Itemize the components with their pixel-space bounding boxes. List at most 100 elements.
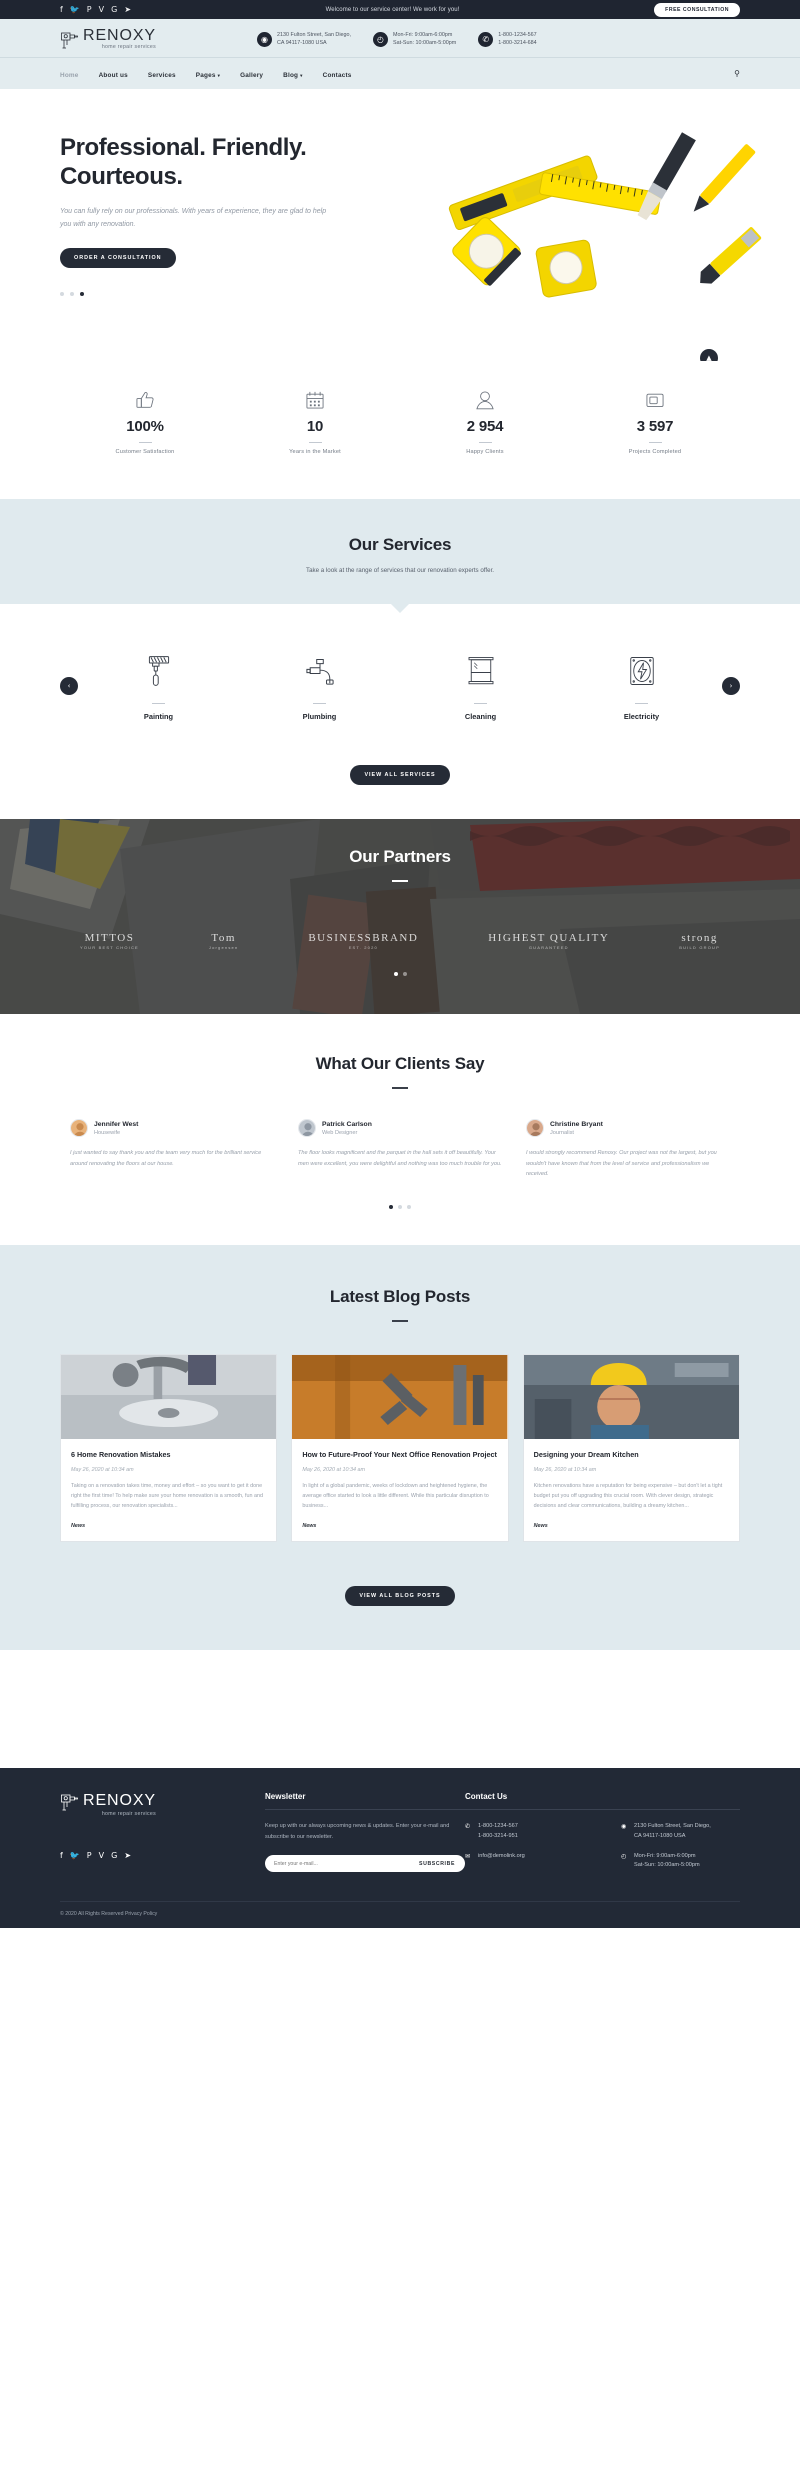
services-prev-button[interactable]: ‹ xyxy=(60,676,78,695)
footer-logo[interactable]: RENOXY home repair services xyxy=(60,1792,265,1817)
nav-link-services[interactable]: Services xyxy=(148,72,176,79)
contact-row: ✉ info@demolink.org xyxy=(465,1852,595,1861)
testimonials-slider-dots xyxy=(60,1205,740,1210)
nav-link-pages[interactable]: Pages ▾ xyxy=(196,72,220,79)
testimonial-slide-dot[interactable] xyxy=(389,1205,393,1210)
free-consultation-button[interactable]: FREE CONSULTATION xyxy=(654,2,740,17)
blog-post-title[interactable]: 6 Home Renovation Mistakes xyxy=(71,1450,266,1460)
contact-row: ◉ 2130 Fulton Street, San Diego, CA 94117-… xyxy=(621,1822,740,1840)
nav-link-contacts[interactable]: Contacts xyxy=(323,72,352,79)
service-item[interactable]: Cleaning xyxy=(426,650,536,721)
pinterest-icon[interactable]: P xyxy=(87,1851,92,1860)
header-info-text: 2130 Fulton Street, San Diego, CA 94117-1… xyxy=(277,31,352,47)
nav-link-blog[interactable]: Blog ▾ xyxy=(283,72,302,79)
service-divider xyxy=(313,703,326,705)
google-plus-icon[interactable]: G xyxy=(111,1851,117,1860)
hero-title-line1: Professional. Friendly. xyxy=(60,134,307,162)
testimonial-slide-dot[interactable] xyxy=(398,1205,402,1210)
contact-row: ✆ 1-800-1234-567 1-800-3214-951 xyxy=(465,1822,595,1840)
stat-value: 2 954 xyxy=(466,418,504,436)
logo-name: RENOXY xyxy=(83,27,156,44)
testimonials-section: What Our Clients Say Jennifer West Housew… xyxy=(0,1014,800,1246)
vimeo-icon[interactable]: V xyxy=(99,5,104,14)
hero-slide-dot[interactable] xyxy=(70,291,74,296)
newsletter-email-input[interactable] xyxy=(274,1860,412,1867)
order-consultation-button[interactable]: ORDER A CONSULTATION xyxy=(60,247,176,268)
stat-label: Projects Completed xyxy=(628,449,682,456)
newsletter-form: SUBSCRIBE xyxy=(265,1855,465,1873)
blog-post-title[interactable]: How to Future-Proof Your Next Office Ren… xyxy=(302,1450,497,1460)
view-all-services-button[interactable]: VIEW ALL SERVICES xyxy=(350,765,450,786)
google-plus-icon[interactable]: G xyxy=(111,5,117,14)
stat-divider xyxy=(138,442,152,444)
search-icon[interactable]: ⚲ xyxy=(734,69,740,78)
blog-card[interactable]: How to Future-Proof Your Next Office Ren… xyxy=(291,1354,509,1543)
service-item[interactable]: Electricity xyxy=(587,650,697,721)
location-pin-icon: ◉ xyxy=(621,1823,627,1831)
partner-slide-dot[interactable] xyxy=(402,972,407,977)
testimonial-slide-dot[interactable] xyxy=(407,1205,411,1210)
blog-post-category[interactable]: News xyxy=(302,1523,497,1529)
blog-post-excerpt: In light of a global pandemic, weeks of … xyxy=(302,1482,489,1510)
subscribe-button[interactable]: SUBSCRIBE xyxy=(411,1861,463,1867)
clock-icon: ◴ xyxy=(373,31,389,47)
service-item[interactable]: Painting xyxy=(104,650,214,721)
partner-logo-sub: BUILD GROUP xyxy=(679,945,720,951)
testimonial-card: Jennifer West Housewife I just wanted to s… xyxy=(70,1119,274,1179)
rss-icon[interactable]: ➤ xyxy=(124,1851,131,1860)
twitter-icon[interactable]: 🐦 xyxy=(70,1851,80,1860)
nav-link-gallery[interactable]: Gallery xyxy=(240,72,263,79)
blog-card[interactable]: Designing your Dream Kitchen May 26, 2020… xyxy=(522,1354,740,1543)
nav-item: Contacts xyxy=(323,64,352,82)
blog-post-image xyxy=(61,1355,277,1440)
partners-divider xyxy=(392,880,408,883)
testimonial-role: Journalist xyxy=(550,1129,574,1136)
partner-logo-name: BUSINESSBRAND xyxy=(308,932,419,945)
nav-link-home[interactable]: Home xyxy=(60,72,79,79)
twitter-icon[interactable]: 🐦 xyxy=(70,5,80,14)
service-item[interactable]: Plumbing xyxy=(265,650,375,721)
header-info-item: ◴ Mon-Fri: 9:00am-6:00pm Sat-Sun: 10:00am-… xyxy=(373,31,456,48)
footer-social-links: f 🐦 P V G ➤ xyxy=(60,1851,265,1860)
service-name: Plumbing xyxy=(302,712,337,722)
testimonial-card: Patrick Carlson Web Designer The floor loo… xyxy=(298,1119,502,1179)
partner-logo[interactable]: strong BUILD GROUP xyxy=(679,932,720,950)
nav-item: Gallery xyxy=(240,64,263,82)
faucet-icon xyxy=(265,650,375,692)
pinterest-icon[interactable]: P xyxy=(87,5,92,14)
partner-logo[interactable]: MITTOS YOUR BEST CHOICE xyxy=(80,932,139,950)
hero-slide-dot[interactable] xyxy=(80,291,84,296)
paint-roller-icon xyxy=(104,650,214,692)
stat-item: 2 954 Happy Clients xyxy=(400,387,570,455)
blog-card[interactable]: 6 Home Renovation Mistakes May 26, 2020 a… xyxy=(60,1354,278,1543)
blog-title: Latest Blog Posts xyxy=(329,1287,471,1307)
privacy-policy-link[interactable]: Privacy Policy xyxy=(125,1911,157,1917)
service-name: Electricity xyxy=(623,712,660,722)
services-subtitle: Take a look at the range of services tha… xyxy=(305,567,495,575)
logo[interactable]: RENOXY home repair services xyxy=(60,28,235,50)
person-icon xyxy=(400,387,570,413)
rss-icon[interactable]: ➤ xyxy=(124,5,131,14)
nav-link-about-us[interactable]: About us xyxy=(99,72,128,79)
hero-text: You can fully rely on our professionals.… xyxy=(60,207,327,228)
blog-post-category[interactable]: News xyxy=(71,1523,266,1529)
stat-label: Years in the Market xyxy=(289,449,341,456)
partner-logo[interactable]: Tom Jorgensen xyxy=(209,932,238,950)
services-next-button[interactable]: › xyxy=(722,676,740,695)
blog-post-category[interactable]: News xyxy=(534,1523,729,1529)
partner-logo[interactable]: HIGHEST QUALITY GUARANTEED xyxy=(488,932,609,950)
partner-logo-sub: GUARANTEED xyxy=(528,945,569,951)
partner-slide-dot[interactable] xyxy=(393,972,398,977)
view-all-blog-posts-button[interactable]: VIEW ALL BLOG POSTS xyxy=(345,1586,455,1607)
vimeo-icon[interactable]: V xyxy=(99,1851,104,1860)
partner-logo[interactable]: BUSINESSBRAND EST. 2020 xyxy=(308,932,418,950)
stat-item: 100% Customer Satisfaction xyxy=(60,387,230,455)
blog-post-title[interactable]: Designing your Dream Kitchen xyxy=(534,1450,729,1460)
service-divider xyxy=(635,703,648,705)
chevron-down-icon: ▾ xyxy=(217,72,221,78)
services-title: Our Services xyxy=(348,535,452,555)
hero-slide-dot[interactable] xyxy=(60,291,64,296)
scroll-to-top-button[interactable]: ▲ xyxy=(700,349,718,362)
facebook-icon[interactable]: f xyxy=(60,1851,63,1860)
facebook-icon[interactable]: f xyxy=(60,5,63,14)
